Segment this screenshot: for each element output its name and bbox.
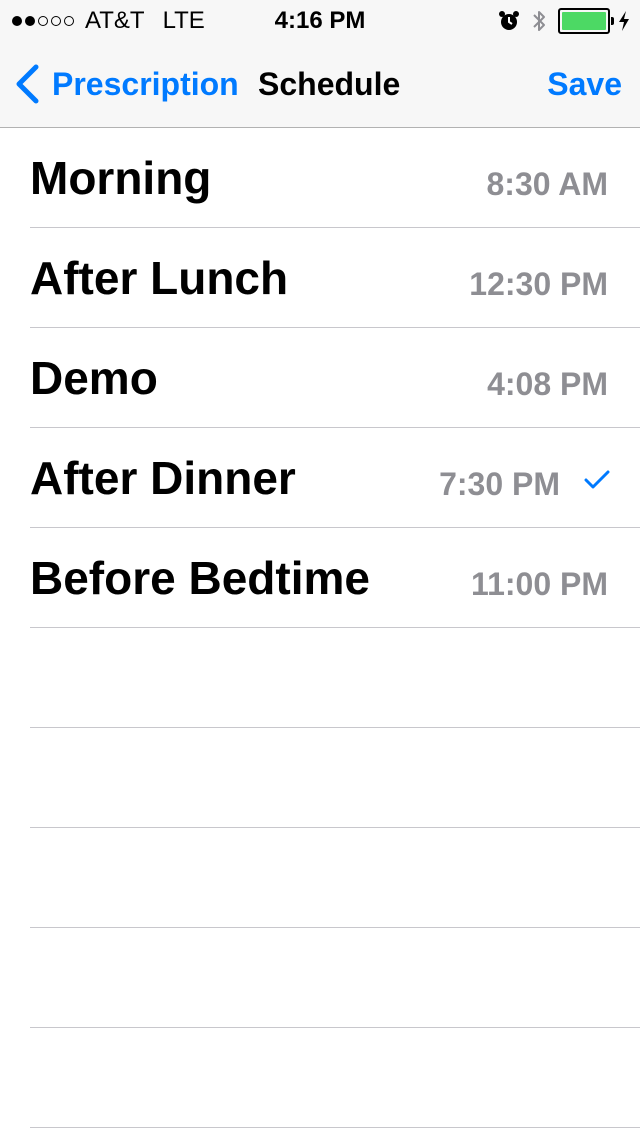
schedule-row-label: Before Bedtime <box>30 552 370 604</box>
empty-row <box>0 628 640 728</box>
charging-bolt-icon <box>619 11 629 31</box>
empty-row <box>0 928 640 1028</box>
bluetooth-icon <box>533 11 545 31</box>
checkmark-icon <box>584 470 610 489</box>
save-button[interactable]: Save <box>547 40 622 128</box>
schedule-row-demo[interactable]: Demo 4:08 PM <box>0 328 640 428</box>
schedule-row-time: 12:30 PM <box>469 266 608 302</box>
battery-icon <box>558 8 614 34</box>
schedule-row-label: Morning <box>30 152 212 204</box>
schedule-row-label: After Lunch <box>30 252 289 304</box>
empty-row <box>0 828 640 928</box>
battery-cap <box>611 17 614 25</box>
alarm-icon <box>499 11 519 30</box>
status-right <box>498 7 630 35</box>
navigation-bar: Prescription Schedule Save <box>0 40 640 128</box>
schedule-row-label: After Dinner <box>30 452 296 504</box>
schedule-row-time: 7:30 PM <box>439 466 560 502</box>
schedule-row-label: Demo <box>30 352 158 404</box>
schedule-list: Morning 8:30 AM After Lunch 12:30 PM Dem… <box>0 128 640 1128</box>
schedule-row-before-bedtime[interactable]: Before Bedtime 11:00 PM <box>0 528 640 628</box>
schedule-row-time: 11:00 PM <box>471 566 608 602</box>
schedule-row-time: 4:08 PM <box>487 366 608 402</box>
chevron-left-icon <box>16 64 39 104</box>
empty-row <box>0 728 640 828</box>
schedule-row-morning[interactable]: Morning 8:30 AM <box>0 128 640 228</box>
schedule-row-after-lunch[interactable]: After Lunch 12:30 PM <box>0 228 640 328</box>
empty-row <box>0 1028 640 1128</box>
back-button[interactable]: Prescription <box>14 40 239 128</box>
schedule-row-time: 8:30 AM <box>486 166 608 202</box>
schedule-row-after-dinner[interactable]: After Dinner 7:30 PM <box>0 428 640 528</box>
battery-fill <box>562 12 606 30</box>
battery-body <box>558 8 610 34</box>
status-bar: AT&T LTE 4:16 PM <box>0 0 640 40</box>
back-button-label: Prescription <box>52 65 239 102</box>
page-title: Schedule <box>258 66 401 102</box>
